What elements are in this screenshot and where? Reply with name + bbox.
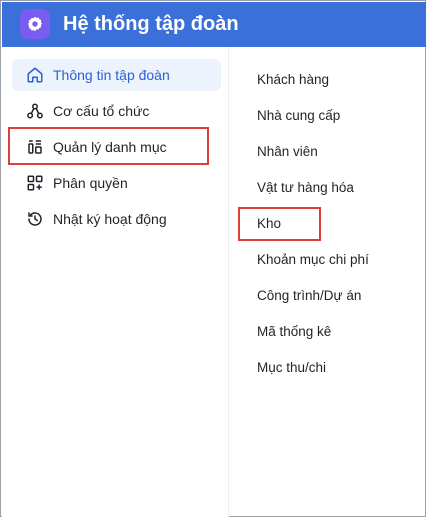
sidebar-item-permissions[interactable]: Phân quyền xyxy=(12,167,221,199)
submenu-item-expense-items[interactable]: Khoản mục chi phí xyxy=(257,252,369,268)
sidebar-item-label: Cơ cấu tổ chức xyxy=(53,103,150,119)
submenu-item-income-expense[interactable]: Mục thu/chi xyxy=(257,360,326,376)
submenu-item-projects[interactable]: Công trình/Dự án xyxy=(257,288,361,304)
sidebar-item-label: Phân quyền xyxy=(53,175,128,191)
sidebar-item-label: Quản lý danh mục xyxy=(53,139,167,155)
home-icon xyxy=(25,65,45,85)
sidebar-item-org-structure[interactable]: Cơ cấu tổ chức xyxy=(12,95,221,127)
submenu-item-warehouse[interactable]: Kho xyxy=(257,216,281,232)
sidebar-item-label: Nhật ký hoạt động xyxy=(53,211,167,227)
app-title: Hệ thống tập đoàn xyxy=(63,13,239,35)
org-structure-icon xyxy=(25,101,45,121)
history-icon xyxy=(25,209,45,229)
gear-icon xyxy=(28,16,42,32)
submenu-item-statistic-codes[interactable]: Mã thống kê xyxy=(257,324,331,340)
submenu-item-employees[interactable]: Nhân viên xyxy=(257,144,318,160)
catalog-icon xyxy=(25,137,45,157)
sidebar: Thông tin tập đoàn Cơ cấu tổ chức Quản l… xyxy=(2,47,229,517)
submenu-item-customers[interactable]: Khách hàng xyxy=(257,72,329,88)
sidebar-item-label: Thông tin tập đoàn xyxy=(53,67,170,83)
submenu-item-materials[interactable]: Vật tư hàng hóa xyxy=(257,180,354,196)
catalog-submenu: Khách hàng Nhà cung cấp Nhân viên Vật tư… xyxy=(229,47,426,517)
app-window: Hệ thống tập đoàn Thông tin tập đoàn Cơ … xyxy=(0,0,426,517)
app-logo xyxy=(20,9,50,39)
sidebar-item-company-info[interactable]: Thông tin tập đoàn xyxy=(12,59,221,91)
header-bar: Hệ thống tập đoàn xyxy=(2,2,426,47)
sidebar-item-catalog-management[interactable]: Quản lý danh mục xyxy=(12,131,221,163)
sidebar-item-activity-log[interactable]: Nhật ký hoạt động xyxy=(12,203,221,235)
submenu-item-suppliers[interactable]: Nhà cung cấp xyxy=(257,108,340,124)
permissions-icon xyxy=(25,173,45,193)
